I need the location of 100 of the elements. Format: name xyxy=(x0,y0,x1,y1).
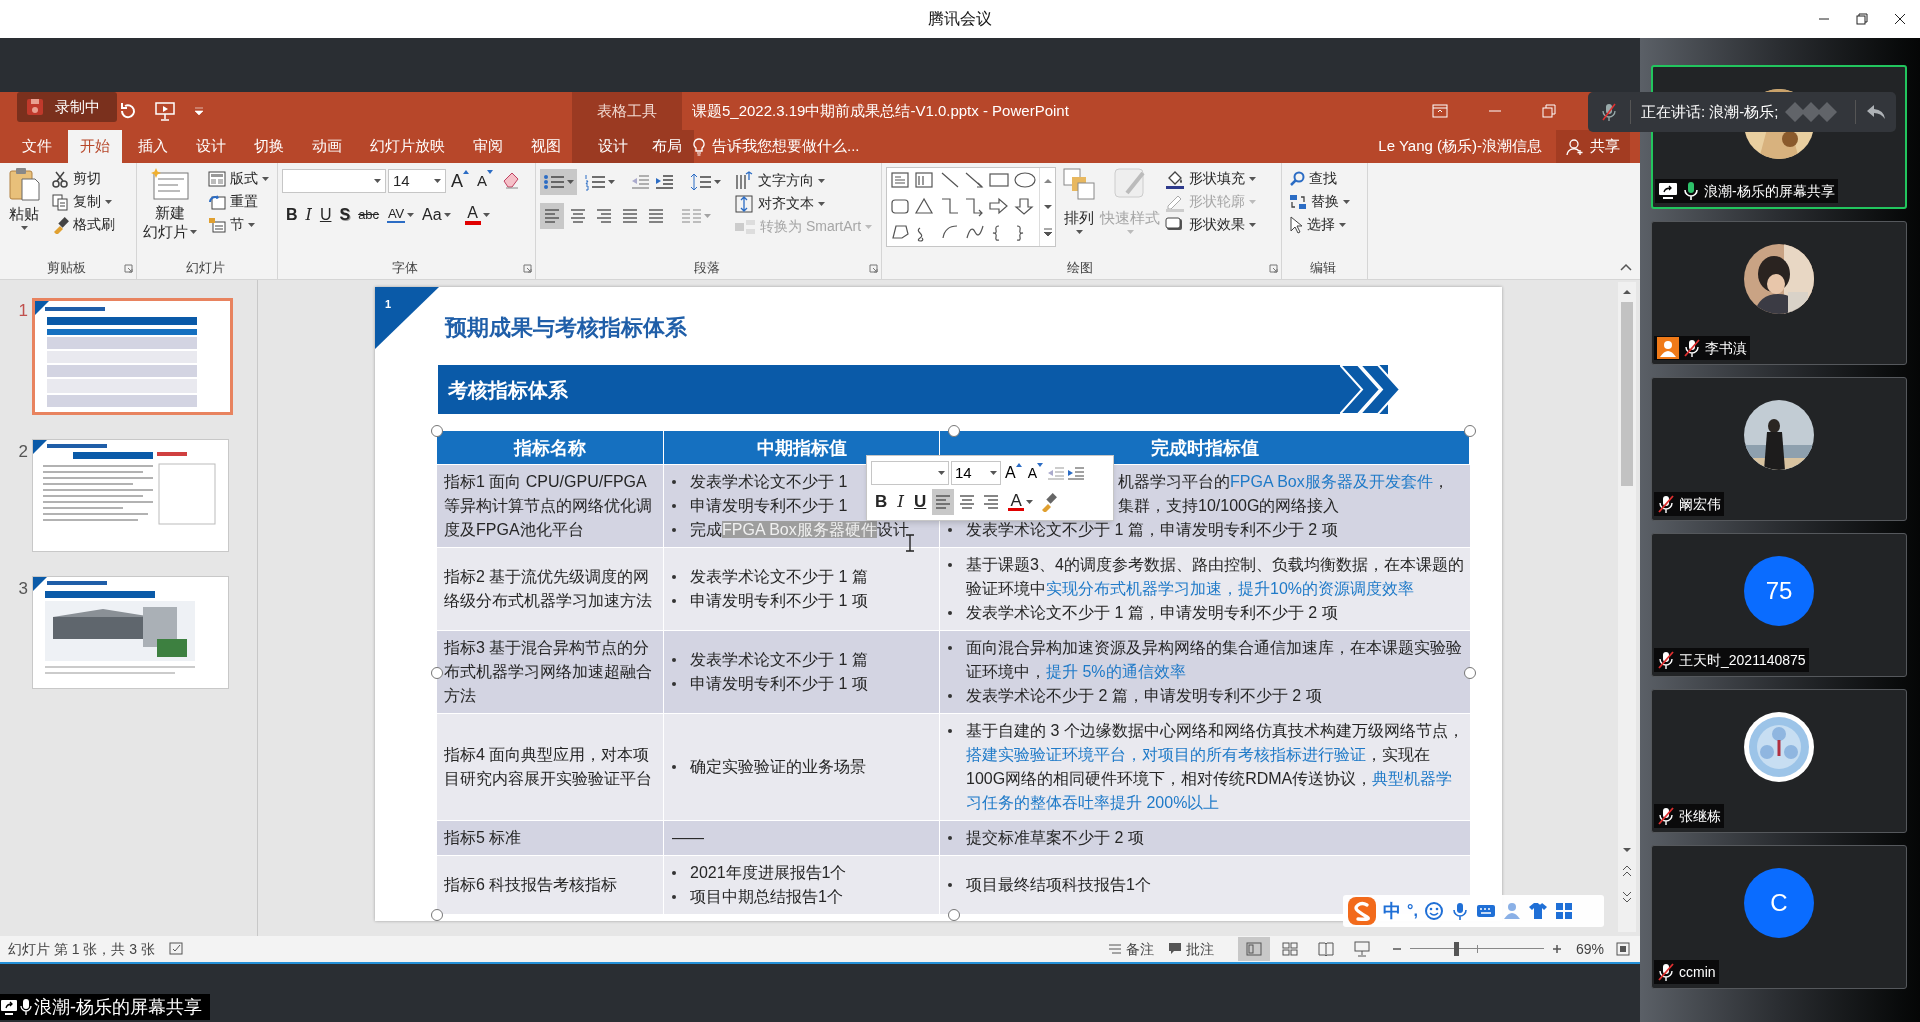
close-icon[interactable] xyxy=(1894,13,1906,25)
cut-button[interactable]: 剪切 xyxy=(48,167,118,190)
reply-arrow-icon[interactable] xyxy=(1866,104,1886,120)
collapse-ribbon-icon[interactable] xyxy=(1620,263,1632,271)
painter-button[interactable]: 格式刷 xyxy=(48,213,118,236)
select-button[interactable]: 选择 xyxy=(1286,213,1353,236)
layout-button[interactable]: 版式 xyxy=(205,167,272,190)
zoom-in-icon[interactable] xyxy=(1552,944,1562,954)
grow-font-button[interactable]: A xyxy=(1003,463,1024,483)
restore-icon[interactable] xyxy=(1542,104,1556,118)
direction-button[interactable]: 文字方向 xyxy=(731,169,876,192)
grow-font-button[interactable]: A xyxy=(448,170,472,192)
comments-button[interactable]: 批注 xyxy=(1164,938,1218,960)
dialog-launcher-icon[interactable] xyxy=(869,263,878,273)
shrink-font-button[interactable]: A xyxy=(1025,463,1045,483)
vertical-scrollbar[interactable] xyxy=(1618,282,1636,932)
ribbon-tab[interactable]: 文件 xyxy=(10,130,64,163)
mini-format-button[interactable]: I xyxy=(893,489,908,515)
align-text-button[interactable]: 对齐文本 xyxy=(731,192,876,215)
slide-thumbnail[interactable] xyxy=(32,298,233,415)
arrange-button[interactable]: 排列 xyxy=(1060,167,1098,257)
font-format-button[interactable]: B xyxy=(282,203,302,227)
smiley-icon[interactable] xyxy=(1423,901,1444,921)
ribbon-tab[interactable]: 视图 xyxy=(519,130,573,163)
restore-icon[interactable] xyxy=(1856,13,1868,25)
align-icon xyxy=(595,207,613,225)
zoom-percentage[interactable]: 69% xyxy=(1576,938,1616,960)
participant-tile[interactable]: 75 王天时_2021140875 xyxy=(1651,533,1907,677)
ribbon-tab[interactable]: 插入 xyxy=(126,130,180,163)
recording-badge: 录制中 xyxy=(17,92,117,122)
ribbon-tab[interactable]: 设计 xyxy=(184,130,238,163)
participant-tile[interactable]: 张继栋 xyxy=(1651,689,1907,833)
present-icon[interactable] xyxy=(154,101,176,121)
participant-name: 李书滇 xyxy=(1705,338,1747,358)
fill-button[interactable]: 形状填充 xyxy=(1162,167,1259,190)
fit-slide-icon[interactable] xyxy=(1616,942,1630,956)
ribbon-tab[interactable]: 审阅 xyxy=(461,130,515,163)
participant-tile[interactable]: 阚宏伟 xyxy=(1651,377,1907,521)
mini-format-button[interactable]: U xyxy=(910,489,931,515)
reset-button[interactable]: 重置 xyxy=(205,190,272,213)
font-format-button[interactable]: S xyxy=(335,203,355,227)
effects-button[interactable]: 形状效果 xyxy=(1162,213,1259,236)
ribbon-tab[interactable]: 开始 xyxy=(68,130,122,163)
font-format-button[interactable]: Aa xyxy=(418,203,455,227)
customize-caret-icon[interactable] xyxy=(194,107,204,115)
increase-indent-icon[interactable] xyxy=(654,173,674,191)
user-icon[interactable] xyxy=(1501,901,1522,921)
section-button[interactable]: 节 xyxy=(205,213,272,236)
participant-tile[interactable]: 李书滇 xyxy=(1651,221,1907,365)
muted-microphone-icon xyxy=(1657,650,1675,670)
bullets-button[interactable] xyxy=(540,169,577,195)
notes-button[interactable]: 备注 xyxy=(1104,938,1158,960)
window-title: 腾讯会议 xyxy=(928,9,992,29)
zoom-slider-thumb[interactable] xyxy=(1454,942,1460,956)
dialog-launcher-icon[interactable] xyxy=(124,263,133,273)
grid-icon[interactable] xyxy=(1553,901,1574,921)
ime-punctuation[interactable]: °, xyxy=(1407,899,1418,923)
share-button[interactable]: 共享 xyxy=(1556,130,1630,163)
participant-tile[interactable]: C ccmin xyxy=(1651,845,1907,989)
redo-icon[interactable] xyxy=(118,102,136,120)
ime-logo-icon[interactable] xyxy=(1347,896,1377,926)
font-format-button[interactable]: AV xyxy=(383,203,419,227)
resize-handle[interactable] xyxy=(431,909,443,921)
align-icon xyxy=(569,207,587,225)
font-size-field[interactable]: 14 xyxy=(388,169,446,193)
dialog-launcher-icon[interactable] xyxy=(1269,263,1278,273)
slide-thumbnail[interactable] xyxy=(32,439,229,552)
font-size-field[interactable]: 14 xyxy=(951,461,1001,485)
replace-button[interactable]: 替换 xyxy=(1286,190,1353,213)
new-slide-button[interactable]: 新建 幻灯片 xyxy=(141,167,199,257)
bullet-icon xyxy=(948,563,952,567)
dialog-launcher-icon[interactable] xyxy=(523,263,532,273)
font-format-button[interactable]: A xyxy=(460,203,494,227)
find-button[interactable]: 查找 xyxy=(1286,167,1353,190)
resize-handle[interactable] xyxy=(431,425,443,437)
font-name-field[interactable] xyxy=(282,169,386,193)
font-format-button[interactable]: abc xyxy=(354,203,384,227)
decrease-indent-icon[interactable] xyxy=(1047,465,1065,481)
resize-handle[interactable] xyxy=(431,667,443,679)
mini-format-button[interactable]: B xyxy=(871,489,892,515)
ime-mode[interactable]: 中 xyxy=(1383,897,1401,925)
ribbon-display-icon[interactable] xyxy=(1432,104,1448,118)
resize-handle[interactable] xyxy=(1464,425,1476,437)
shrink-font-button[interactable]: A xyxy=(474,170,497,192)
ribbon-tab[interactable]: 幻灯片放映 xyxy=(358,130,457,163)
align-left-button[interactable] xyxy=(932,489,955,515)
proofing-icon[interactable] xyxy=(169,942,186,956)
slide-thumbnail[interactable] xyxy=(32,576,229,689)
mini-format-button[interactable]: A xyxy=(1004,489,1038,515)
increase-indent-icon[interactable] xyxy=(1067,465,1085,481)
ribbon-tab[interactable]: 动画 xyxy=(300,130,354,163)
font-name-field[interactable] xyxy=(871,461,949,485)
copy-button[interactable]: 复制 xyxy=(48,190,118,213)
ribbon-tab[interactable]: 切换 xyxy=(242,130,296,163)
shirt-icon[interactable] xyxy=(1527,901,1548,921)
paste-button[interactable]: 粘贴 xyxy=(4,167,44,257)
font-format-button[interactable]: I xyxy=(301,203,316,227)
font-format-button[interactable]: U xyxy=(315,203,336,227)
zoom-slider[interactable] xyxy=(1410,942,1544,956)
align-left-button[interactable] xyxy=(540,203,564,229)
